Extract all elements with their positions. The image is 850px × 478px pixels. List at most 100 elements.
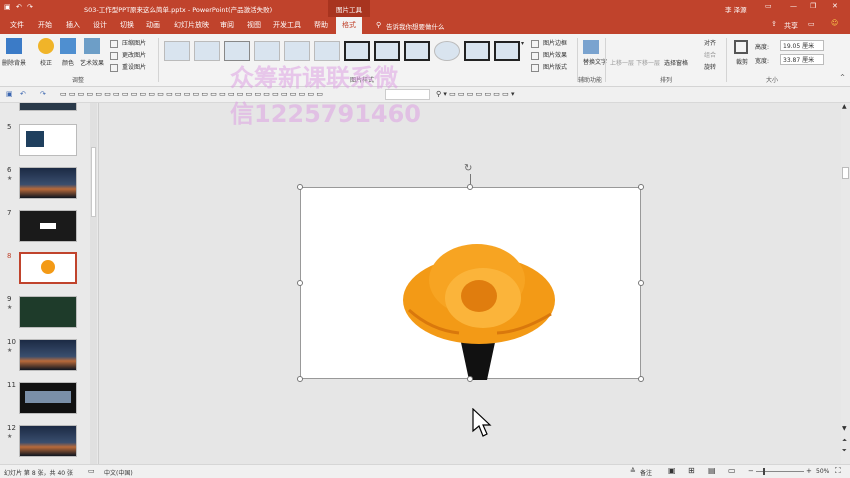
picture-effects-button[interactable]: 图片效果 <box>531 50 567 60</box>
ribbon-options-icon[interactable]: ▭ <box>765 2 772 10</box>
slide-thumb-12[interactable] <box>19 425 77 457</box>
change-picture-button[interactable]: 更改图片 <box>110 50 146 60</box>
scrollbar-thumb[interactable] <box>842 167 849 179</box>
slide-thumb-6[interactable] <box>19 167 77 199</box>
restore-icon[interactable]: ❐ <box>810 2 816 10</box>
slide-thumb-8[interactable] <box>19 252 77 284</box>
tab-review[interactable]: 审阅 <box>220 20 234 30</box>
width-input[interactable]: 33.87 厘米 <box>780 54 824 65</box>
resize-handle-top[interactable] <box>467 184 473 190</box>
reset-picture-button[interactable]: 重设图片 <box>110 62 146 72</box>
bring-forward-button[interactable]: 上移一层 <box>610 58 634 67</box>
scrollbar-thumb[interactable] <box>91 147 96 217</box>
group-button[interactable]: 组合 <box>704 50 716 59</box>
comments-icon[interactable]: ▭ <box>808 20 815 28</box>
collapse-ribbon-icon[interactable]: ^ <box>840 74 845 81</box>
slide-thumb-11[interactable] <box>19 382 77 414</box>
rotate-button[interactable]: 旋转 <box>704 62 716 71</box>
save-icon[interactable]: ▣ <box>6 90 13 98</box>
scroll-up-icon[interactable]: ▲ <box>842 103 847 110</box>
tab-animations[interactable]: 动画 <box>146 20 160 30</box>
tab-format[interactable]: 格式 <box>336 17 362 34</box>
notes-button[interactable]: 备注 <box>640 468 652 477</box>
resize-handle-right-bottom[interactable] <box>638 376 644 382</box>
save-icon[interactable]: ▣ <box>4 3 11 11</box>
undo-icon[interactable]: ↶ <box>20 90 26 98</box>
smiley-icon[interactable]: ☺ <box>831 19 838 27</box>
slide-sorter-icon[interactable]: ⊞ <box>688 466 695 475</box>
crop-button[interactable]: 裁剪 <box>736 57 748 66</box>
resize-handle-top-left[interactable] <box>297 184 303 190</box>
picture-style-9[interactable] <box>404 41 430 61</box>
send-backward-button[interactable]: 下移一层 <box>636 58 660 67</box>
rotate-handle-icon[interactable]: ↻ <box>464 163 472 174</box>
language-label[interactable]: 中文(中国) <box>104 468 133 477</box>
corrections-button[interactable]: 校正 <box>40 58 52 67</box>
notes-icon[interactable]: ≙ <box>630 467 636 475</box>
compress-button[interactable]: 压缩图片 <box>110 38 146 48</box>
zoom-out-icon[interactable]: − <box>748 467 754 475</box>
fit-to-window-icon[interactable]: ⛶ <box>835 466 841 476</box>
picture-border-button[interactable]: 图片边框 <box>531 38 567 48</box>
slideshow-icon[interactable]: ▭ <box>728 466 736 475</box>
tab-file[interactable]: 文件 <box>10 20 24 30</box>
slide-thumb-9[interactable] <box>19 296 77 328</box>
tab-developer[interactable]: 开发工具 <box>273 20 301 30</box>
picture-style-12[interactable] <box>494 41 520 61</box>
slide-thumb[interactable] <box>19 103 77 111</box>
quick-access-toolbar: ▣ ↶ ↷ ▭ ▭ ▭ ▭ ▭ ▭ ▭ ▭ ▭ ▭ ▭ ▭ ▭ ▭ ▭ ▭ ▭ … <box>0 87 850 103</box>
tab-help[interactable]: 帮助 <box>314 20 328 30</box>
reading-view-icon[interactable]: ▤ <box>708 466 716 475</box>
resize-handle-bottom[interactable] <box>467 376 473 382</box>
zoom-in-icon[interactable]: + <box>806 467 812 475</box>
thumbnail-scrollbar[interactable] <box>90 103 97 464</box>
gallery-more-icon[interactable]: ▾ <box>521 40 524 47</box>
normal-view-icon[interactable]: ▣ <box>668 466 676 475</box>
tab-insert[interactable]: 插入 <box>66 20 80 30</box>
tell-me-search[interactable]: 告诉我你想要做什么 <box>386 21 445 31</box>
next-slide-icon[interactable]: ⏷ <box>842 447 847 455</box>
picture-style-11[interactable] <box>464 41 490 61</box>
height-input[interactable]: 19.05 厘米 <box>780 40 824 51</box>
align-button[interactable]: 对齐 <box>704 38 716 47</box>
zoom-level[interactable]: 50% <box>816 468 829 475</box>
minimize-icon[interactable]: — <box>790 2 797 10</box>
picture-style-10[interactable] <box>434 41 460 61</box>
color-button[interactable]: 颜色 <box>62 58 74 67</box>
tab-design[interactable]: 设计 <box>93 20 107 30</box>
user-name[interactable]: 李 泽源 <box>725 4 747 14</box>
picture-effects-label: 图片效果 <box>543 52 568 59</box>
slide-thumb-5[interactable] <box>19 124 77 156</box>
share-icon[interactable]: ⇪ <box>771 20 777 28</box>
slide-thumb-10[interactable] <box>19 339 77 371</box>
zoom-slider-thumb[interactable] <box>763 468 765 475</box>
tab-home[interactable]: 开始 <box>38 20 52 30</box>
resize-handle-left[interactable] <box>297 280 303 286</box>
spellcheck-icon[interactable]: ▭ <box>88 467 95 475</box>
marigold-image[interactable] <box>401 238 561 383</box>
slide-canvas[interactable] <box>300 187 641 380</box>
tab-view[interactable]: 视图 <box>247 20 261 30</box>
resize-handle-right[interactable] <box>638 280 644 286</box>
resize-handle-bottom-left[interactable] <box>297 376 303 382</box>
more-tools-icon[interactable]: ⚲ ▾ ▭ ▭ ▭ ▭ ▭ ▭ ▭ ▾ <box>436 90 514 98</box>
selection-pane-button[interactable]: 选择窗格 <box>664 58 688 67</box>
remove-background-button[interactable]: 删除背景 <box>2 58 26 67</box>
close-icon[interactable]: ✕ <box>832 2 838 10</box>
slide-thumb-7[interactable] <box>19 210 77 242</box>
share-button[interactable]: 共享 <box>784 21 798 31</box>
tab-slideshow[interactable]: 幻灯片放映 <box>174 20 209 30</box>
scroll-down-icon[interactable]: ▼ <box>842 425 847 432</box>
resize-handle-top-right[interactable] <box>638 184 644 190</box>
canvas-scrollbar[interactable]: ▲ ▼ ⏶ ⏷ <box>841 103 850 464</box>
redo-icon[interactable]: ↷ <box>40 90 46 98</box>
previous-slide-icon[interactable]: ⏶ <box>842 437 847 445</box>
picture-layout-button[interactable]: 图片版式 <box>531 62 567 72</box>
artistic-effects-button[interactable]: 艺术效果 <box>80 58 104 67</box>
picture-style-1[interactable] <box>164 41 190 61</box>
redo-icon[interactable]: ↷ <box>27 3 33 11</box>
picture-style-2[interactable] <box>194 41 220 61</box>
undo-icon[interactable]: ↶ <box>16 3 22 11</box>
alt-text-button[interactable]: 替换文字 <box>583 57 607 66</box>
tab-transitions[interactable]: 切换 <box>120 20 134 30</box>
